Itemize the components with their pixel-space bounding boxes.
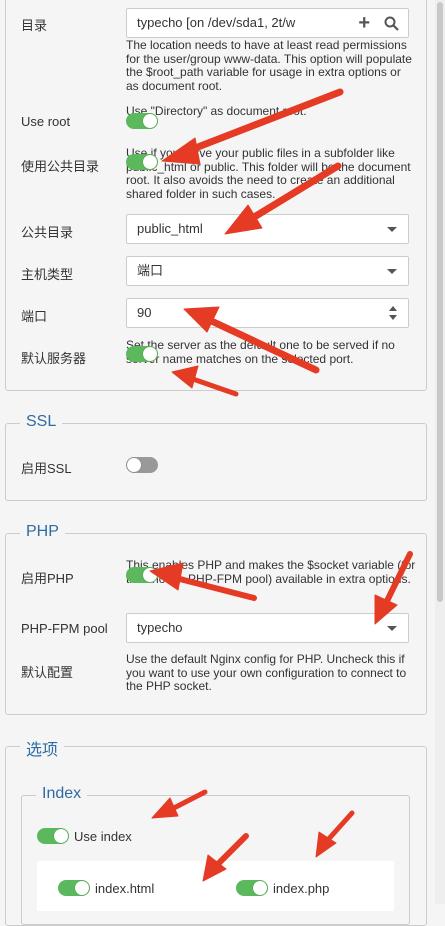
directory-field[interactable]: typecho [on /dev/sda1, 2t/w + <box>126 8 409 38</box>
port-input[interactable]: 90 <box>126 298 409 328</box>
chevron-down-icon <box>387 227 397 232</box>
php-pool-label: PHP-FPM pool <box>21 621 108 636</box>
php-pool-value: typecho <box>137 620 183 635</box>
public-dir-select[interactable]: public_html <box>126 214 409 244</box>
plus-icon[interactable]: + <box>358 9 370 37</box>
chevron-down-icon <box>387 269 397 274</box>
public-dir-label: 公共目录 <box>21 225 74 240</box>
host-type-value: 端口 <box>137 263 164 278</box>
ssl-legend: SSL <box>20 413 63 431</box>
index-file-toggle[interactable] <box>58 880 90 896</box>
default-server-help: Set the server as the default one to be … <box>126 338 395 366</box>
chevron-down-icon <box>387 626 397 631</box>
index-file-label: index.php <box>273 881 330 896</box>
ssl-enable-toggle[interactable] <box>126 457 158 473</box>
php-default-config-label: 默认配置 <box>21 665 74 680</box>
use-index-toggle[interactable] <box>37 828 69 844</box>
use-root-toggle[interactable] <box>126 113 158 129</box>
php-enable-toggle[interactable] <box>126 567 158 583</box>
default-server-toggle[interactable] <box>126 346 158 362</box>
index-file-label: index.html <box>95 881 155 896</box>
search-icon[interactable] <box>384 16 399 31</box>
default-server-label: 默认服务器 <box>21 351 87 366</box>
index-file-toggle[interactable] <box>236 880 268 896</box>
vertical-scrollbar[interactable] <box>435 0 445 904</box>
scrollbar-thumb[interactable] <box>437 2 443 602</box>
directory-help: The location needs to have at least read… <box>126 38 412 93</box>
use-index-label: Use index <box>74 829 132 844</box>
port-value: 90 <box>137 305 152 320</box>
php-enable-label: 启用PHP <box>21 571 74 586</box>
php-pool-select[interactable]: typecho <box>126 613 409 643</box>
php-enable-help: This enables PHP and makes the $socket v… <box>126 558 416 586</box>
use-public-toggle[interactable] <box>126 154 158 170</box>
host-type-select[interactable]: 端口 <box>126 256 409 286</box>
use-root-help: Use "Directory" as document root. <box>126 104 307 118</box>
spinner-arrows-icon[interactable] <box>388 305 398 321</box>
ssl-enable-label: 启用SSL <box>21 461 72 476</box>
php-default-config-help: Use the default Nginx config for PHP. Un… <box>126 652 407 693</box>
directory-label: 目录 <box>21 18 48 33</box>
use-public-label: 使用公共目录 <box>21 159 100 174</box>
use-public-help: Use if you serve your public files in a … <box>126 146 411 201</box>
options-legend: 选项 <box>20 736 65 760</box>
port-label: 端口 <box>21 309 48 324</box>
use-root-label: Use root <box>21 114 71 129</box>
index-legend: Index <box>36 785 88 803</box>
host-type-label: 主机类型 <box>21 267 74 282</box>
directory-value: typecho [on /dev/sda1, 2t/w <box>137 15 296 30</box>
public-dir-value: public_html <box>137 221 203 236</box>
php-legend: PHP <box>20 523 65 541</box>
